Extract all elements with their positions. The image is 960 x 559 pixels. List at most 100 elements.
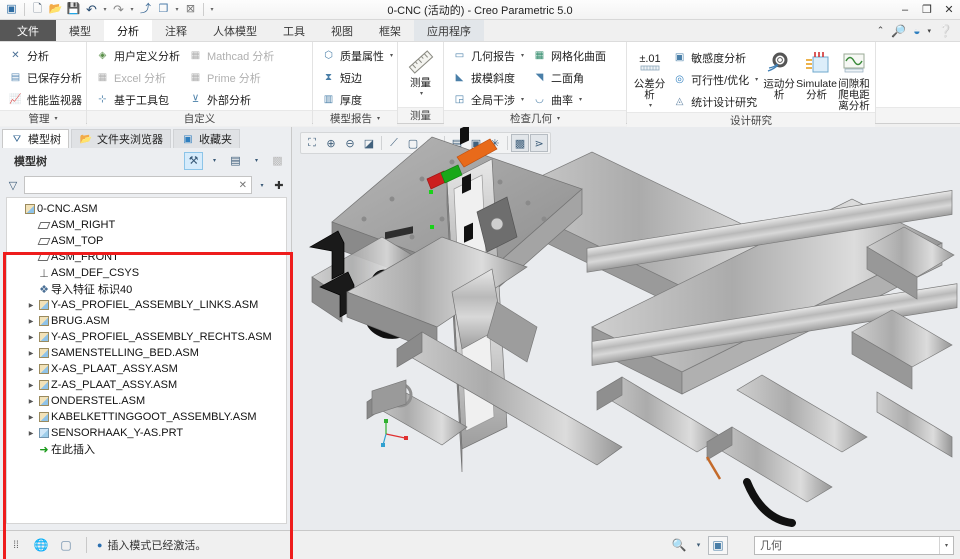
expand-arrow-icon[interactable]: ▶ [25,318,37,325]
dihedral-angle-button[interactable]: ◥ 二面角 [528,67,610,88]
graphics-window-icon[interactable]: ▢ [56,536,76,555]
tree-item[interactable]: ASM_FRONT [7,249,286,265]
manage-group-dropdown-icon[interactable]: ▾ [54,115,57,122]
clear-filter-icon[interactable]: ✕ [239,180,247,191]
window-icon[interactable]: ❐ [155,2,172,18]
tree-item[interactable]: ASM_TOP [7,233,286,249]
graphics-window[interactable]: ⛶⊕⊖◪⟋▢◳▤▣✳▩⋗ [292,127,960,530]
filter-icon[interactable]: ▽ [6,176,20,194]
sensitivity-analysis-button[interactable]: ▣ 敏感度分析 [668,47,762,68]
selection-filter-icon[interactable]: ▣ [708,536,728,555]
account-icon[interactable]: ◒ [913,24,920,38]
external-analysis-button[interactable]: ⊻ 外部分析 [184,89,278,110]
tab-framework[interactable]: 框架 [366,20,414,41]
ribbon-group-label-model-report[interactable]: 模型报告 ▾ [313,110,397,126]
toolkit-analysis-button[interactable]: ⊹ 基于工具包 [91,89,184,110]
regenerate-icon[interactable]: ⤴ [137,2,154,18]
expand-arrow-icon[interactable]: ▶ [25,398,37,405]
tree-header-buttons[interactable]: ⚒ ▾ ▤ ▾ ▩ [184,152,287,170]
close-window-icon[interactable]: ⊠ [182,2,199,18]
statistical-design-study-button[interactable]: ◬ 统计设计研究 [668,91,762,112]
new-file-icon[interactable]: 🗋 [29,2,46,18]
tree-item[interactable]: ▶Y-AS_PROFIEL_ASSEMBLY_RECHTS.ASM [7,329,286,345]
ribbon-group-label-inspect-geometry[interactable]: 检查几何 ▾ [444,110,626,126]
tab-annotation[interactable]: 注释 [152,20,200,41]
simulate-analysis-button[interactable]: Simulate 分析 [796,45,837,101]
feasibility-optimization-button[interactable]: ◎ 可行性/优化 ▾ [668,69,762,90]
minimize-button[interactable]: – [899,4,911,16]
tree-item[interactable]: ▶BRUG.ASM [7,313,286,329]
tree-item[interactable]: ▶X-AS_PLAAT_ASSY.ASM [7,361,286,377]
tree-item-list[interactable]: 0-CNC.ASMASM_RIGHTASM_TOPASM_FRONT⊥ASM_D… [6,197,287,524]
curvature-button[interactable]: ◡ 曲率 ▾ [528,89,610,110]
undo-dropdown-icon[interactable]: ▾ [101,6,109,13]
thickness-button[interactable]: ▥ 厚度 [317,89,397,110]
tolerance-analysis-button[interactable]: ±.01 公差分析 ▾ [631,45,668,109]
redo-dropdown-icon[interactable]: ▾ [128,6,136,13]
tree-item[interactable]: ➜在此插入 [7,441,286,457]
clearance-creepage-analysis-button[interactable]: 间隙和爬电距离分析 [837,45,871,112]
expand-arrow-icon[interactable]: ▶ [25,334,37,341]
tree-item[interactable]: ▶Z-AS_PLAAT_ASSY.ASM [7,377,286,393]
open-file-icon[interactable]: 📂 [47,2,64,18]
tree-display-dropdown[interactable]: ▾ [247,152,266,170]
collapse-ribbon-icon[interactable]: ⌃ [877,25,885,36]
model-report-group-dropdown-icon[interactable]: ▾ [377,115,380,122]
tree-item[interactable]: 0-CNC.ASM [7,201,286,217]
redo-icon[interactable]: ↷ [110,2,127,18]
tree-item[interactable]: ▶SENSORHAAK_Y-AS.PRT [7,425,286,441]
cnc-machine-model[interactable] [292,127,960,530]
add-filter-icon[interactable]: ✚ [272,176,286,194]
ribbon-tab-bar-right[interactable]: ⌃ 🔎 ◒ ▾ ❔ [877,20,960,41]
status-bar-right[interactable]: 🔍 ▾ ▣ 几何 ▾ [669,536,954,555]
excel-analysis-button[interactable]: ▦ Excel 分析 [91,67,184,88]
tree-item[interactable]: ▶SAMENSTELLING_BED.ASM [7,345,286,361]
curvature-dropdown-icon[interactable]: ▾ [579,96,582,103]
tree-panel-tabs[interactable]: ⛛ 模型树 📂 文件夹浏览器 ▣ 收藏夹 [0,127,291,148]
tree-tools-dropdown[interactable]: ▾ [205,152,224,170]
help-icon[interactable]: ❔ [938,24,953,38]
expand-arrow-icon[interactable]: ▶ [25,366,37,373]
global-interference-dropdown-icon[interactable]: ▾ [521,96,524,103]
tree-item[interactable]: ▶Y-AS_PROFIEL_ASSEMBLY_LINKS.ASM [7,297,286,313]
analysis-button[interactable]: ✕ 分析 [4,45,86,66]
close-button[interactable]: ✕ [943,3,955,16]
expand-arrow-icon[interactable]: ▶ [25,350,37,357]
ribbon-group-label-manage[interactable]: 管理 ▾ [0,110,86,126]
user-defined-analysis-button[interactable]: ◈ 用户定义分析 [91,45,184,66]
tab-favorites[interactable]: ▣ 收藏夹 [173,129,240,148]
global-interference-button[interactable]: ◲ 全局干涉 ▾ [448,89,528,110]
selection-filter-dropdown-icon[interactable]: ▾ [939,537,948,554]
inspect-geometry-group-dropdown-icon[interactable]: ▾ [557,115,560,122]
tab-analysis[interactable]: 分析 [104,20,152,41]
search-dropdown-icon[interactable]: ▾ [693,536,704,555]
tab-view[interactable]: 视图 [318,20,366,41]
performance-monitor-button[interactable]: 📈 性能监视器 [4,89,86,110]
tree-item[interactable]: ▶ONDERSTEL.ASM [7,393,286,409]
measure-dropdown-icon[interactable]: ▾ [420,90,423,97]
app-icon[interactable]: ▣ [3,2,20,18]
customize-qat-icon[interactable]: ▾ [208,6,216,13]
window-controls[interactable]: – ❐ ✕ [899,3,960,16]
undo-icon[interactable]: ↶ [83,2,100,18]
model-tree-toggle-icon[interactable]: ⁞⁞ [6,536,26,555]
tree-display-button[interactable]: ▤ [226,152,245,170]
tree-item[interactable]: ASM_RIGHT [7,217,286,233]
account-dropdown-icon[interactable]: ▾ [928,27,932,35]
motion-analysis-button[interactable]: 运动分析 [762,45,796,101]
web-browser-icon[interactable]: 🌐 [31,536,51,555]
ribbon-tab-bar[interactable]: 文件 模型 分析 注释 人体模型 工具 视图 框架 应用程序 ⌃ 🔎 ◒ ▾ ❔ [0,20,960,42]
geometry-report-dropdown-icon[interactable]: ▾ [521,52,524,59]
expand-arrow-icon[interactable]: ▶ [25,302,37,309]
expand-arrow-icon[interactable]: ▶ [25,430,37,437]
expand-arrow-icon[interactable]: ▶ [25,382,37,389]
short-edge-button[interactable]: ⧗ 短边 [317,67,397,88]
prime-analysis-button[interactable]: ▦ Prime 分析 [184,67,278,88]
save-icon[interactable]: 💾 [65,2,82,18]
measure-button[interactable]: 测量 ▾ [402,44,439,97]
tree-tools-button[interactable]: ⚒ [184,152,203,170]
tree-search-button[interactable]: ▩ [268,152,287,170]
saved-analysis-button[interactable]: ▤ 已保存分析 [4,67,86,88]
tab-applications[interactable]: 应用程序 [414,20,484,41]
tab-manikin[interactable]: 人体模型 [200,20,270,41]
